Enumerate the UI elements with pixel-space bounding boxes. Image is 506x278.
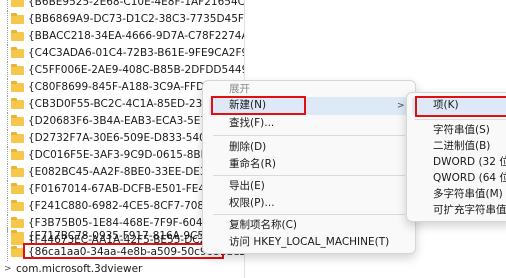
tree-guide-line: [7, 11, 9, 28]
new-submenu: 项(K) 字符串值(S) 二进制值(B) DWORD (32 位) QWORD …: [406, 92, 506, 222]
menu-item-rename[interactable]: 重命名(R): [229, 156, 276, 173]
folder-icon: [11, 132, 24, 143]
submenu-separator: [415, 119, 506, 120]
folder-icon: [11, 200, 24, 211]
tree-guide-line: [7, 181, 9, 198]
chevron-right-icon: >: [397, 101, 405, 111]
submenu-item-string-value[interactable]: 字符串值(S): [433, 122, 490, 139]
folder-icon: [11, 149, 24, 160]
tree-guide-line: [7, 164, 9, 181]
tree-guide-line: [7, 130, 9, 147]
tree-item[interactable]: {C5FF006E-2AE9-408C-B85B-2DFDD5449D9C}: [0, 62, 244, 79]
submenu-item-dword-value[interactable]: DWORD (32 位): [433, 154, 506, 171]
tree-guide-line: [7, 96, 9, 113]
folder-icon: [11, 217, 24, 228]
menu-separator: [213, 214, 405, 215]
folder-icon: [11, 47, 24, 58]
submenu-item-binary-value[interactable]: 二进制值(B): [433, 138, 490, 155]
tree-item[interactable]: {C4C3ADA6-01C4-72B3-B61E-9FE9CA2F9660}: [0, 45, 244, 62]
tree-guide-line: [7, 62, 9, 79]
tree-item[interactable]: {BBACC218-34EA-4666-9D7A-C78F2274A524}: [0, 28, 244, 45]
folder-icon: [11, 81, 24, 92]
key-item-highlight-box: [415, 96, 506, 117]
folder-icon: [11, 166, 24, 177]
tree-guide-line: [7, 198, 9, 215]
menu-item-copy-key-name[interactable]: 复制项名称(C): [229, 217, 297, 234]
tree-guide-line: [7, 113, 9, 130]
tree-guide-line: [7, 0, 9, 11]
menu-item-export[interactable]: 导出(E): [229, 178, 265, 195]
tree-guide-line: [7, 79, 9, 96]
tree-guide-line: [7, 244, 9, 261]
tree-guide-line: [7, 147, 9, 164]
folder-icon: [11, 30, 24, 41]
tree-item[interactable]: {BB6869A9-DC73-D1C2-38C3-7735D45F2FD5}: [0, 11, 244, 28]
menu-separator: [213, 135, 405, 136]
new-item-highlight-box: [211, 96, 306, 115]
tree-guide-line: [7, 228, 9, 245]
folder-icon: [11, 183, 24, 194]
submenu-item-qword-value[interactable]: QWORD (64 位): [433, 170, 506, 187]
folder-icon: [11, 13, 24, 24]
tree-item[interactable]: {B6BE9525-2E68-C10E-4E8F-1AF21654C604}: [0, 0, 244, 11]
folder-icon: [11, 0, 24, 7]
menu-item-delete[interactable]: 删除(D): [229, 139, 266, 156]
folder-icon: [11, 98, 24, 109]
chevron-right-icon: >: [4, 264, 12, 274]
menu-item-find[interactable]: 查找(F)...: [229, 115, 274, 132]
menu-item-permissions[interactable]: 权限(P)...: [229, 195, 275, 212]
folder-icon: [11, 115, 24, 126]
new-key-highlight: [23, 243, 224, 259]
tree-guide-line: [7, 45, 9, 62]
tree-guide-line: [7, 28, 9, 45]
folder-icon: [11, 230, 24, 241]
tree-item-parent[interactable]: > com.microsoft.3dviewer: [0, 261, 244, 278]
folder-icon: [11, 64, 24, 75]
menu-separator: [213, 175, 405, 176]
menu-item-goto-hklm[interactable]: 访问 HKEY_LOCAL_MACHINE(T): [229, 234, 389, 251]
submenu-item-expandable-string[interactable]: 可扩充字符串值: [433, 202, 506, 219]
context-menu: 展开 新建(N) > 查找(F)... 删除(D) 重命名(R) 导出(E) 权…: [202, 80, 416, 254]
submenu-item-multi-string[interactable]: 多字符串值(M): [433, 186, 503, 203]
